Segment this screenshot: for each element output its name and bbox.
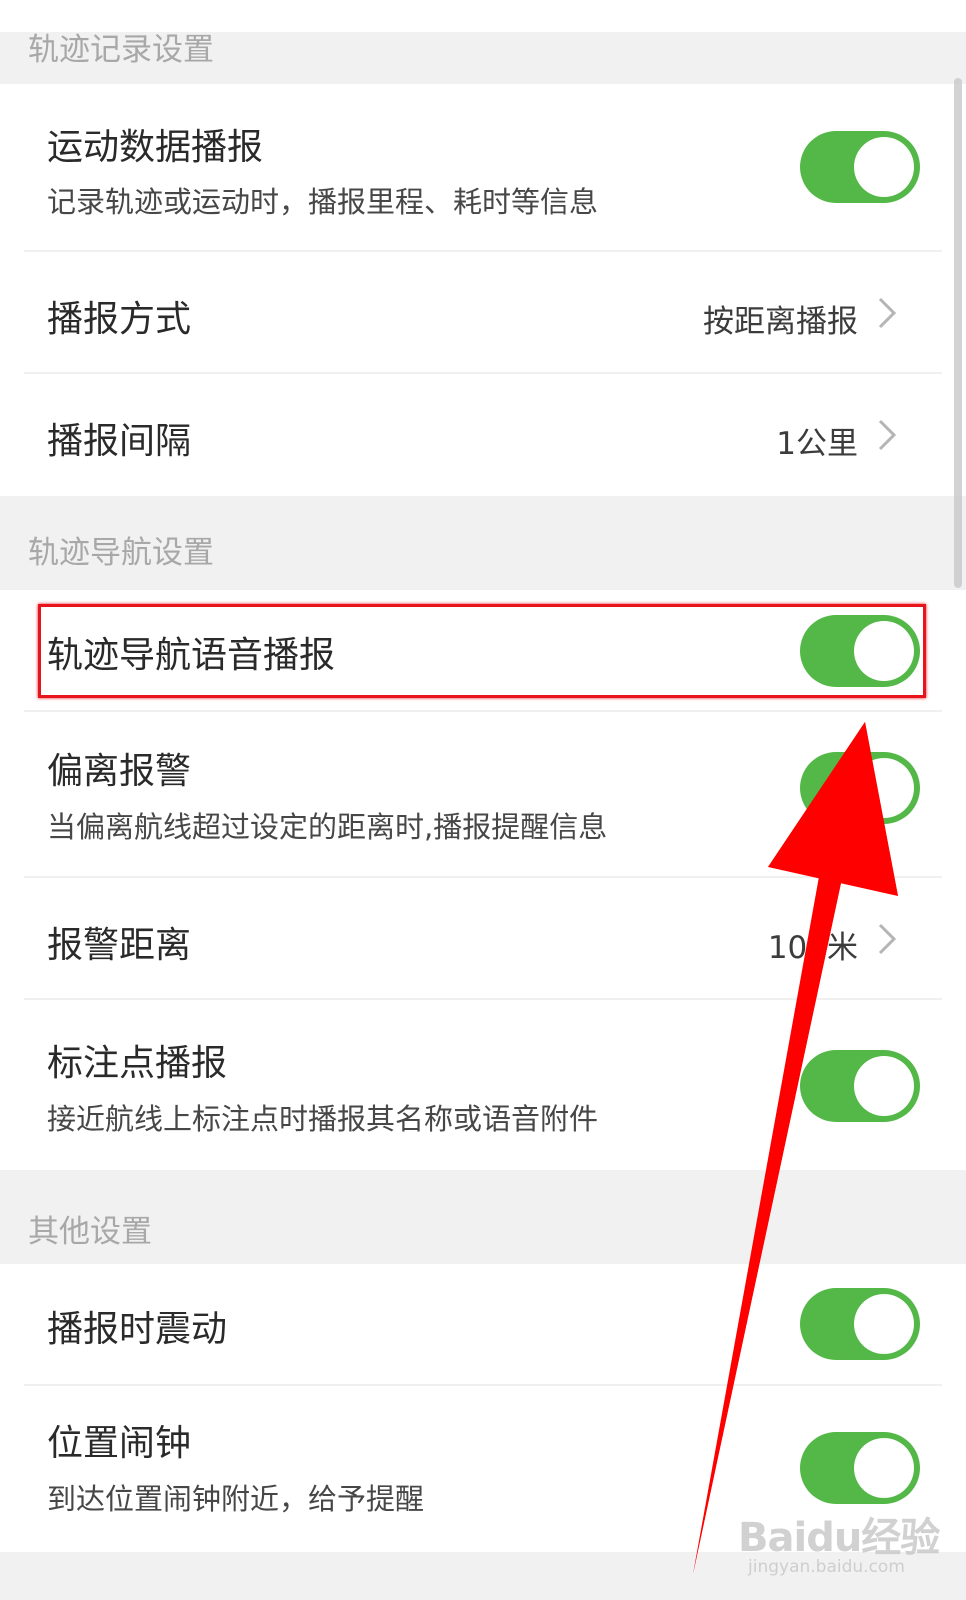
watermark: Baidu经验 jingyan.baidu.com	[738, 1505, 940, 1577]
arrow-annotation-icon	[693, 722, 898, 1574]
watermark-url: jingyan.baidu.com	[748, 1557, 905, 1577]
watermark-logo: Baidu经验	[738, 1515, 940, 1561]
